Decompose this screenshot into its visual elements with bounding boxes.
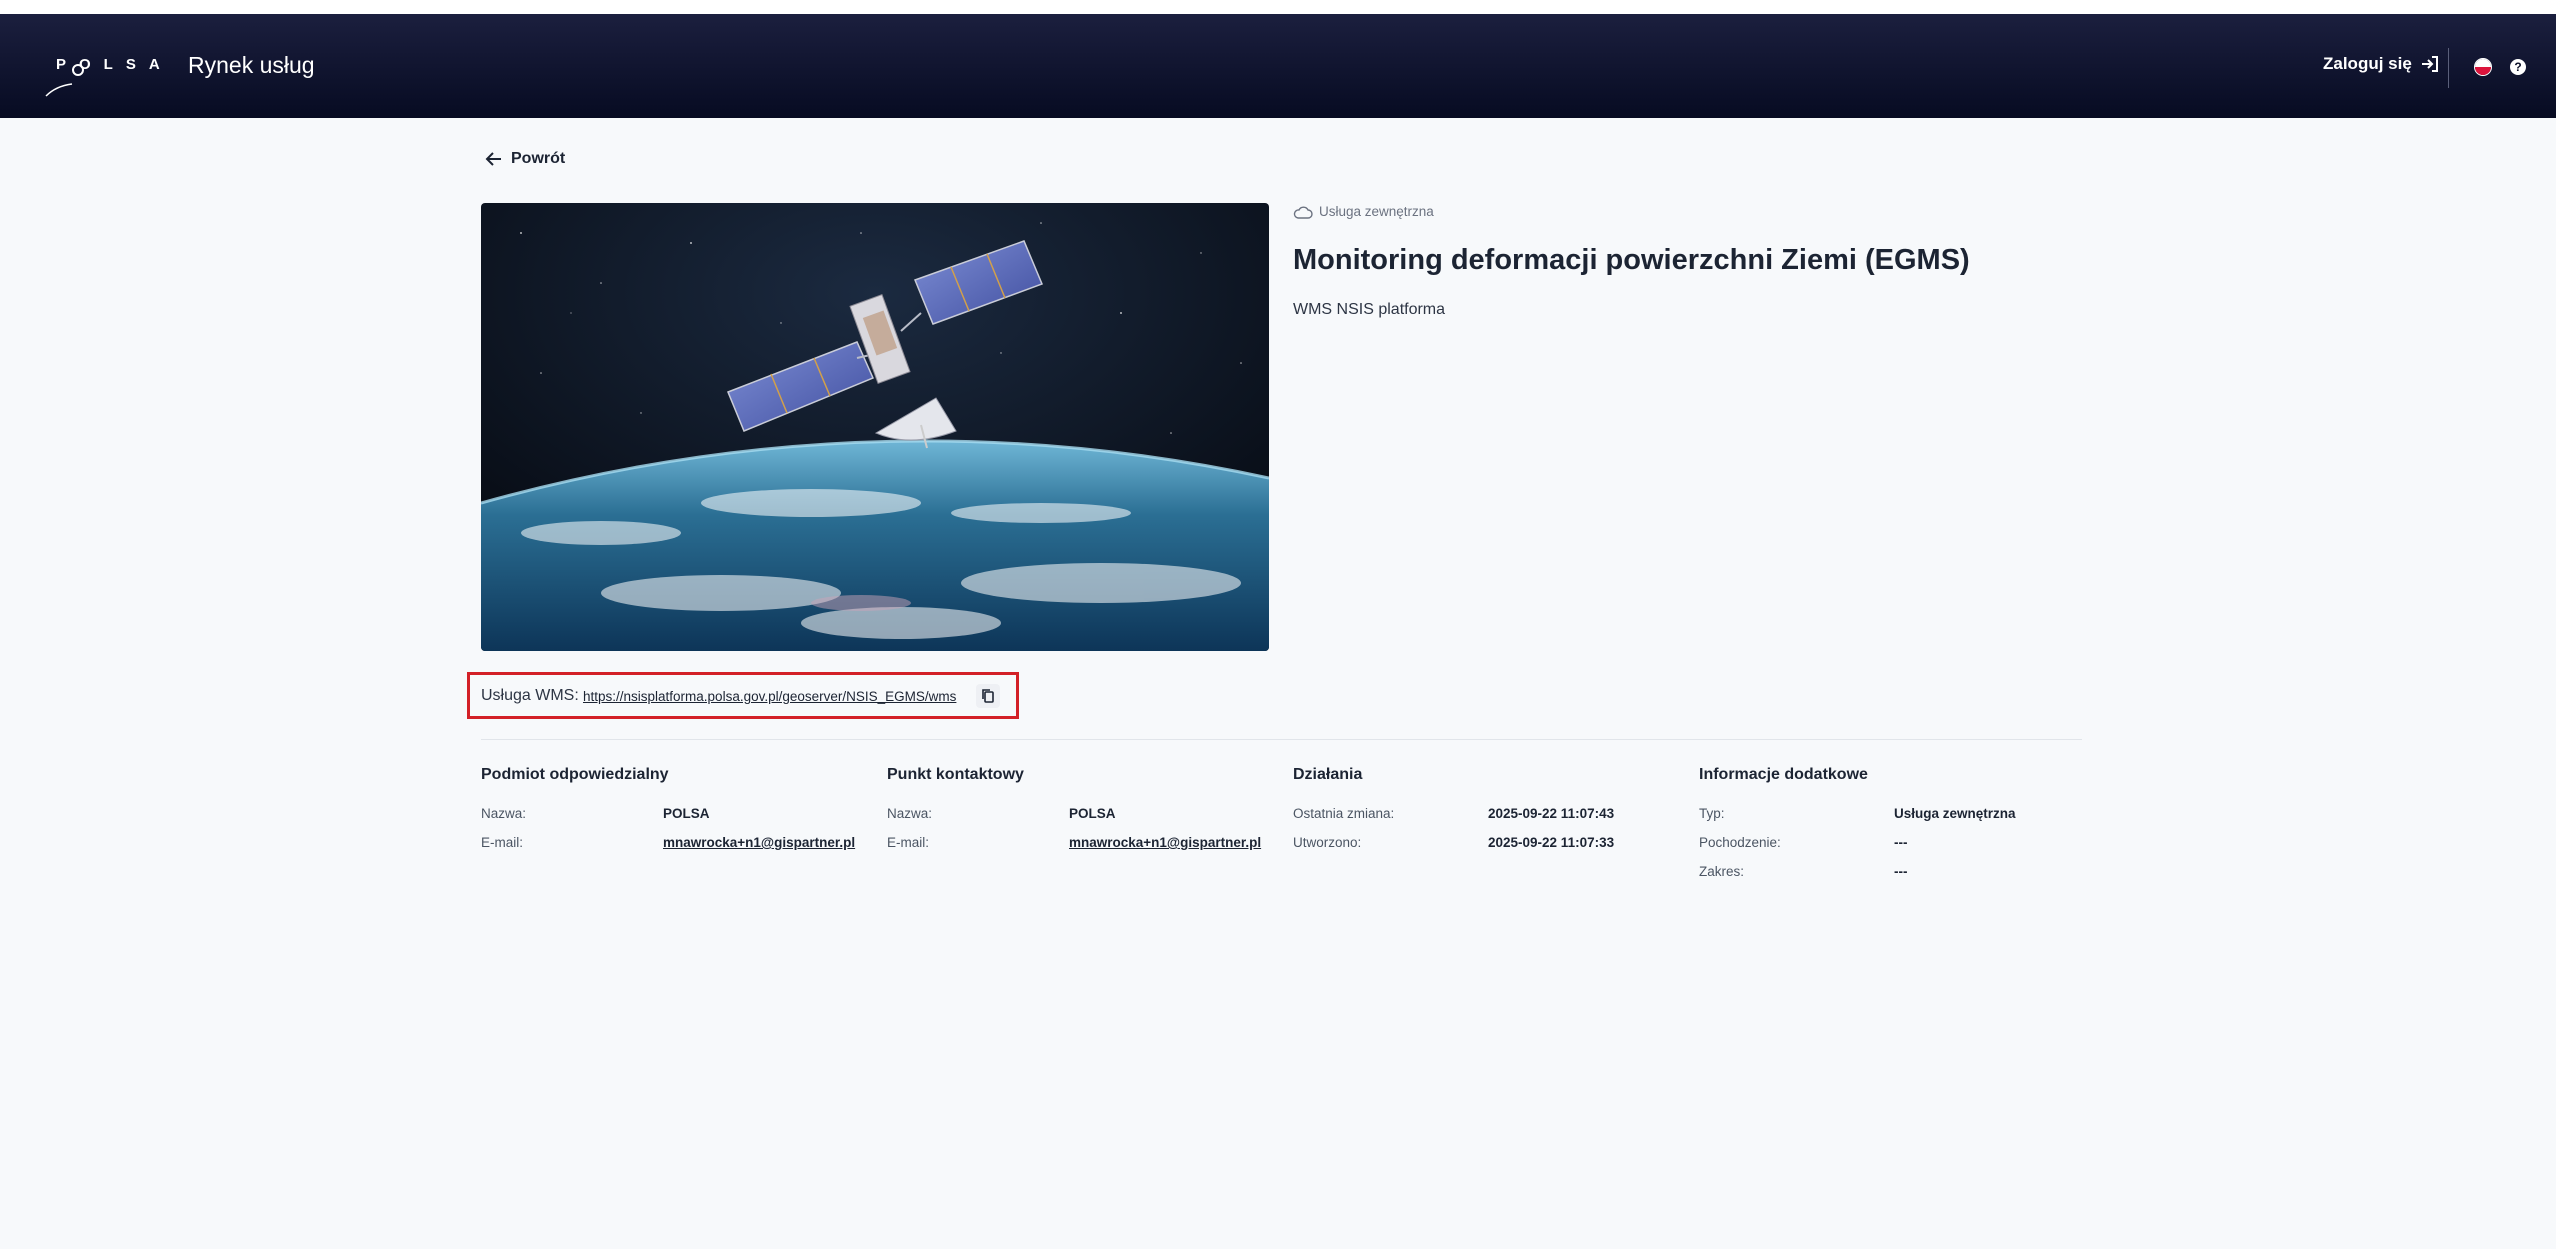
arrow-left-icon [485,152,501,166]
login-button[interactable]: Zaloguj się [2323,54,2440,74]
section-title: Działania [1293,766,1363,783]
info-value: --- [1894,835,1908,850]
section-additional-info: Informacje dodatkowe Typ: Usługa zewnętr… [1699,766,2099,879]
info-key: Nazwa: [481,806,527,821]
info-key: Nazwa: [887,806,933,821]
section-divider [481,739,2082,740]
info-key: E-mail: [481,835,524,850]
service-image [481,203,1269,651]
app-title[interactable]: Rynek usług [188,52,315,79]
logo-text: POLSA [56,56,173,73]
info-key: Utworzono: [1293,835,1362,850]
back-label: Powrót [511,150,566,167]
wms-label: Usługa WMS: [481,687,579,704]
section-actions: Działania Ostatnia zmiana: 2025-09-22 11… [1293,766,1693,850]
top-header: POLSA Rynek usług Zaloguj się ? [0,14,2556,118]
service-title: Monitoring deformacji powierzchni Ziemi … [1293,244,1970,276]
info-key: Zakres: [1699,864,1745,879]
info-value: POLSA [663,806,710,821]
info-value: POLSA [1069,806,1116,821]
section-title: Podmiot odpowiedzialny [481,766,669,783]
header-divider [2448,48,2449,88]
info-value: --- [1894,864,1908,879]
section-contact-point: Punkt kontaktowy Nazwa: POLSA E-mail: mn… [887,766,1287,850]
email-link[interactable]: mnawrocka+n1@gispartner.pl [1069,835,1261,850]
section-responsible-entity: Podmiot odpowiedzialny Nazwa: POLSA E-ma… [481,766,881,850]
external-service-badge: Usługa zewnętrzna [1293,204,1434,219]
login-icon [2421,56,2438,72]
email-link[interactable]: mnawrocka+n1@gispartner.pl [663,835,855,850]
top-strip [0,0,2556,14]
wms-url-link[interactable]: https://nsisplatforma.polsa.gov.pl/geose… [583,689,956,704]
info-key: Pochodzenie: [1699,835,1781,850]
help-icon[interactable]: ? [2510,59,2526,75]
copy-url-button[interactable] [976,684,1000,708]
login-label: Zaloguj się [2323,54,2412,73]
polish-flag-icon[interactable] [2474,58,2492,76]
back-button[interactable]: Powrót [485,150,565,168]
info-value: 2025-09-22 11:07:43 [1488,806,1615,821]
cloud-icon [1293,206,1313,219]
info-key: Typ: [1699,806,1725,821]
info-key: E-mail: [887,835,930,850]
info-value: 2025-09-22 11:07:33 [1488,835,1615,850]
service-subtitle: WMS NSIS platforma [1293,301,1446,318]
section-title: Punkt kontaktowy [887,766,1024,783]
info-value: Usługa zewnętrzna [1894,806,2016,821]
external-service-label: Usługa zewnętrzna [1319,204,1434,219]
section-title: Informacje dodatkowe [1699,766,1868,783]
copy-icon [982,689,994,703]
info-key: Ostatnia zmiana: [1293,806,1395,821]
